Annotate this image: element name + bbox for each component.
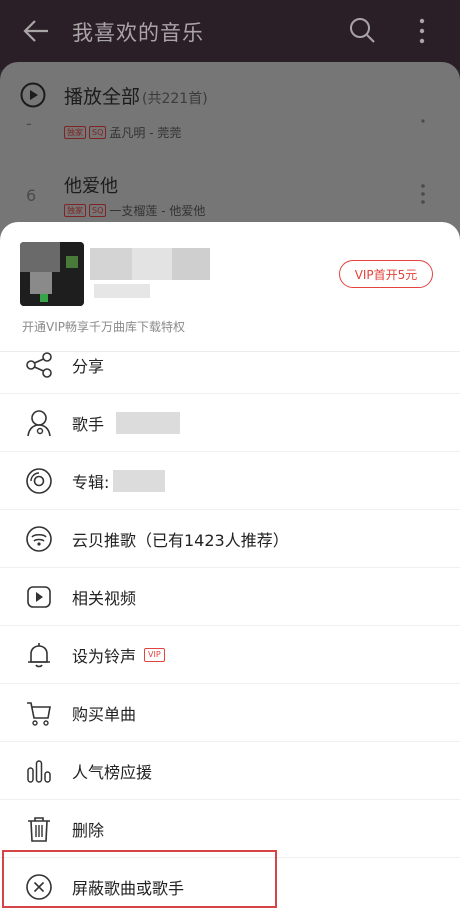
menu-item-ringtone[interactable]: 设为铃声 VIP — [0, 626, 460, 684]
share-icon — [26, 351, 52, 378]
app-header: 我喜欢的音乐 — [0, 0, 460, 62]
menu-item-album[interactable]: 专辑: — [0, 452, 460, 510]
play-all-text: 播放全部 — [64, 86, 141, 108]
play-all-button[interactable]: 播放全部 (共221首) — [64, 82, 208, 109]
menu-item-singer[interactable]: 歌手 — [0, 394, 460, 452]
track-artist: 一支榴莲 - 他爱他 — [109, 204, 206, 218]
menu-item-share[interactable]: 分享 — [0, 336, 460, 394]
menu-label: 分享 — [72, 356, 105, 376]
blurred-song-title — [132, 248, 172, 280]
vip-badge: VIP — [144, 647, 165, 662]
blurred-album-name — [113, 469, 166, 492]
track-meta: 独家 SQ 孟凡明 - 莞莞 — [64, 124, 181, 141]
blurred-singer-name — [116, 411, 181, 434]
chart-bars-icon — [27, 759, 51, 783]
vip-note: 开通VIP畅享千万曲库下载特权 — [22, 320, 185, 334]
menu-label: 云贝推歌（已有1423人推荐） — [72, 530, 289, 550]
menu-label: 相关视频 — [72, 588, 137, 608]
track-more-icon[interactable] — [420, 118, 426, 140]
singer-icon — [27, 409, 51, 436]
page-title: 我喜欢的音乐 — [72, 21, 204, 45]
menu-label: 人气榜应援 — [72, 762, 153, 782]
menu-item-chart-support[interactable]: 人气榜应援 — [0, 742, 460, 800]
blurred-song-title — [172, 248, 210, 280]
search-icon[interactable] — [348, 16, 376, 44]
trash-icon — [28, 816, 50, 842]
video-icon — [27, 585, 51, 608]
blurred-song-title — [90, 248, 132, 280]
exclusive-tag: 独家 — [64, 204, 86, 217]
cart-icon — [27, 701, 51, 726]
sq-tag: SQ — [89, 126, 107, 139]
menu-label: 歌手 — [72, 414, 105, 434]
album-cover — [20, 242, 84, 306]
blurred-song-subtitle — [94, 284, 150, 298]
menu-item-buy[interactable]: 购买单曲 — [0, 684, 460, 742]
menu-item-cloud-recommend[interactable]: 云贝推歌（已有1423人推荐） — [0, 510, 460, 568]
vip-open-button[interactable]: VIP首开5元 — [339, 260, 433, 288]
menu-label: 专辑: — [72, 472, 110, 492]
play-all-icon[interactable] — [20, 82, 46, 108]
action-menu: 分享 歌手 专辑: 云贝推歌（已有1423人推荐） 相关视频 设为铃声 VIP … — [0, 336, 460, 909]
exclusive-tag: 独家 — [64, 126, 86, 139]
track-number: 6 — [26, 186, 37, 205]
track-count: (共221首) — [142, 91, 208, 107]
track-title[interactable]: 他爱他 — [64, 172, 118, 198]
more-vertical-icon[interactable] — [414, 16, 430, 46]
menu-label: 购买单曲 — [72, 704, 137, 724]
track-number: - — [26, 114, 32, 133]
menu-label: 设为铃声 — [72, 646, 137, 666]
highlight-annotation — [2, 850, 277, 908]
bell-icon — [28, 642, 50, 667]
song-action-sheet: VIP首开5元 开通VIP畅享千万曲库下载特权 分享 歌手 专辑: 云贝推歌（已… — [0, 222, 460, 909]
album-icon — [26, 467, 52, 494]
track-artist: 孟凡明 - 莞莞 — [109, 126, 182, 140]
sq-tag: SQ — [89, 204, 107, 217]
track-more-icon[interactable] — [420, 183, 426, 205]
sheet-header: VIP首开5元 开通VIP畅享千万曲库下载特权 — [0, 222, 460, 352]
menu-label: 删除 — [72, 820, 105, 840]
track-meta: 独家 SQ 一支榴莲 - 他爱他 — [64, 202, 205, 219]
back-arrow-icon[interactable] — [22, 18, 50, 44]
menu-item-video[interactable]: 相关视频 — [0, 568, 460, 626]
cloud-recommend-icon — [26, 525, 52, 552]
